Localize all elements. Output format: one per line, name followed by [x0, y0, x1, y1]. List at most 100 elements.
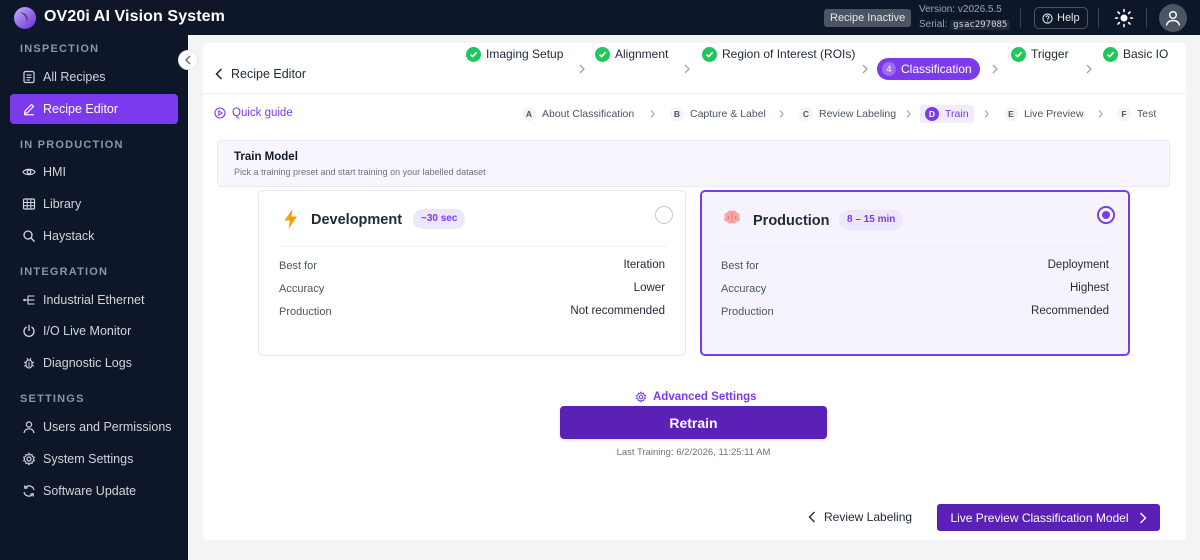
- time-badge: 8 – 15 min: [839, 210, 904, 230]
- train-model-subtitle: Pick a training preset and start trainin…: [234, 167, 486, 177]
- preset-divider: [721, 246, 1109, 247]
- sidebar-item-label: All Recipes: [43, 70, 106, 84]
- substep-live-preview[interactable]: E Live Preview: [1004, 105, 1084, 123]
- sidebar-item-library[interactable]: Library: [10, 189, 178, 219]
- preset-radio-production[interactable]: [1097, 206, 1115, 224]
- sidebar-item-haystack[interactable]: Haystack: [10, 221, 178, 251]
- sidebar-item-industrial-ethernet[interactable]: Industrial Ethernet: [10, 285, 178, 315]
- row-value: Lower: [633, 282, 665, 294]
- chevron-right-icon: [684, 64, 690, 74]
- serial-label: Serial:: [919, 19, 948, 30]
- sidebar-item-users-and-permissions[interactable]: Users and Permissions: [10, 412, 178, 442]
- eye-icon: [22, 168, 36, 176]
- grid-icon: [22, 198, 36, 210]
- sidebar-item-label: System Settings: [43, 452, 134, 466]
- row-label: Best for: [279, 260, 317, 272]
- substep-test[interactable]: F Test: [1117, 105, 1156, 123]
- substep-letter: F: [1117, 107, 1131, 121]
- back-label: Review Labeling: [824, 510, 913, 524]
- check-circle-icon: [702, 46, 717, 62]
- step-imaging-setup[interactable]: Imaging Setup: [466, 43, 563, 65]
- sidebar-item-label: Haystack: [43, 229, 95, 243]
- back-review-labeling-button[interactable]: Review Labeling: [808, 510, 912, 524]
- chevron-right-icon: [579, 64, 585, 74]
- retrain-button[interactable]: Retrain: [560, 406, 827, 439]
- quick-guide-button[interactable]: Quick guide: [214, 107, 293, 119]
- preset-card-development[interactable]: Development ~30 sec Best for Iteration A…: [258, 190, 686, 356]
- help-label: Help: [1057, 12, 1080, 24]
- step-label: Alignment: [615, 47, 669, 61]
- sidebar-item-diagnostic-logs[interactable]: Diagnostic Logs: [10, 348, 178, 378]
- user-avatar[interactable]: [1159, 4, 1187, 32]
- sidebar-item-hmi[interactable]: HMI: [10, 157, 178, 187]
- io-icon: [23, 325, 35, 337]
- quick-guide-label: Quick guide: [232, 107, 293, 119]
- substep-review-labeling[interactable]: C Review Labeling: [799, 105, 896, 123]
- theme-toggle-sun-icon[interactable]: [1114, 8, 1134, 28]
- check-circle-icon: [1103, 46, 1118, 62]
- chevron-right-icon: [906, 110, 911, 118]
- sidebar-item-label: I/O Live Monitor: [43, 324, 132, 338]
- sidebar-item-system-settings[interactable]: System Settings: [10, 444, 178, 474]
- chevron-left-icon: [808, 511, 815, 523]
- sidebar: INSPECTION All Recipes Recipe Editor IN …: [0, 35, 188, 560]
- sidebar-item-label: Diagnostic Logs: [43, 356, 132, 370]
- row-value: Not recommended: [570, 305, 665, 317]
- chevron-right-icon: [1139, 512, 1147, 523]
- header-divider: [203, 93, 1186, 94]
- step-trigger[interactable]: Trigger: [1011, 43, 1069, 65]
- step-label: Region of Interest (ROIs): [722, 47, 856, 61]
- substep-label: Review Labeling: [819, 108, 897, 120]
- row-label: Production: [721, 306, 774, 318]
- top-divider: [1098, 8, 1099, 28]
- step-label: Imaging Setup: [486, 47, 564, 61]
- next-label: Live Preview Classification Model: [950, 510, 1129, 525]
- sidebar-section-in-production: IN PRODUCTION: [20, 139, 124, 151]
- serial-text: Serial: gsac297085: [919, 18, 1011, 32]
- substep-label: Test: [1137, 108, 1157, 120]
- step-number: 4: [882, 62, 896, 76]
- substep-train[interactable]: D Train: [920, 105, 974, 123]
- gear-icon: [635, 391, 647, 403]
- substep-label: Capture & Label: [690, 108, 766, 120]
- sidebar-item-all-recipes[interactable]: All Recipes: [10, 62, 178, 92]
- user-icon: [23, 421, 35, 434]
- serial-code: gsac297085: [950, 20, 1011, 30]
- brain-icon: [723, 210, 741, 224]
- advanced-settings-button[interactable]: Advanced Settings: [635, 391, 757, 403]
- sidebar-item-label: Library: [43, 197, 82, 211]
- sidebar-collapse-button[interactable]: [178, 50, 198, 70]
- substep-letter: B: [670, 107, 684, 121]
- user-icon: [1165, 11, 1181, 26]
- advanced-settings-label: Advanced Settings: [653, 391, 757, 403]
- step-basic-io[interactable]: Basic IO: [1103, 43, 1168, 65]
- check-circle-icon: [1011, 46, 1026, 62]
- chevron-right-icon: [992, 64, 998, 74]
- gear-icon: [22, 452, 36, 466]
- help-button[interactable]: Help: [1034, 7, 1088, 29]
- substep-label: Train: [945, 108, 969, 120]
- preset-card-production[interactable]: Production 8 – 15 min Best for Deploymen…: [700, 190, 1130, 356]
- substep-capture-label[interactable]: B Capture & Label: [670, 105, 766, 123]
- substep-about-classification[interactable]: A About Classification: [522, 105, 634, 123]
- sidebar-item-io-live-monitor[interactable]: I/O Live Monitor: [10, 316, 178, 346]
- version-text: Version: v2026.5.5: [919, 4, 1002, 15]
- sidebar-section-integration: INTEGRATION: [20, 266, 109, 278]
- preset-divider: [279, 246, 666, 247]
- last-training-text: Last Training: 6/2/2026, 11:25:11 AM: [616, 447, 771, 458]
- refresh-icon: [23, 485, 35, 497]
- step-label: Trigger: [1031, 47, 1069, 61]
- sidebar-item-recipe-editor[interactable]: Recipe Editor: [10, 94, 178, 124]
- step-classification[interactable]: 4 Classification: [877, 58, 980, 80]
- check-circle-icon: [466, 46, 481, 62]
- step-alignment[interactable]: Alignment: [595, 43, 668, 65]
- preset-radio-development[interactable]: [655, 206, 673, 224]
- live-preview-model-button[interactable]: Live Preview Classification Model: [937, 504, 1160, 531]
- preset-name: Development: [311, 212, 403, 228]
- play-circle-icon: [214, 107, 226, 119]
- sidebar-item-software-update[interactable]: Software Update: [10, 476, 178, 506]
- row-label: Accuracy: [279, 283, 325, 295]
- recipe-editor-back-link[interactable]: Recipe Editor: [215, 67, 306, 81]
- step-region-of-interest[interactable]: Region of Interest (ROIs): [702, 43, 855, 65]
- substep-letter: C: [799, 107, 813, 121]
